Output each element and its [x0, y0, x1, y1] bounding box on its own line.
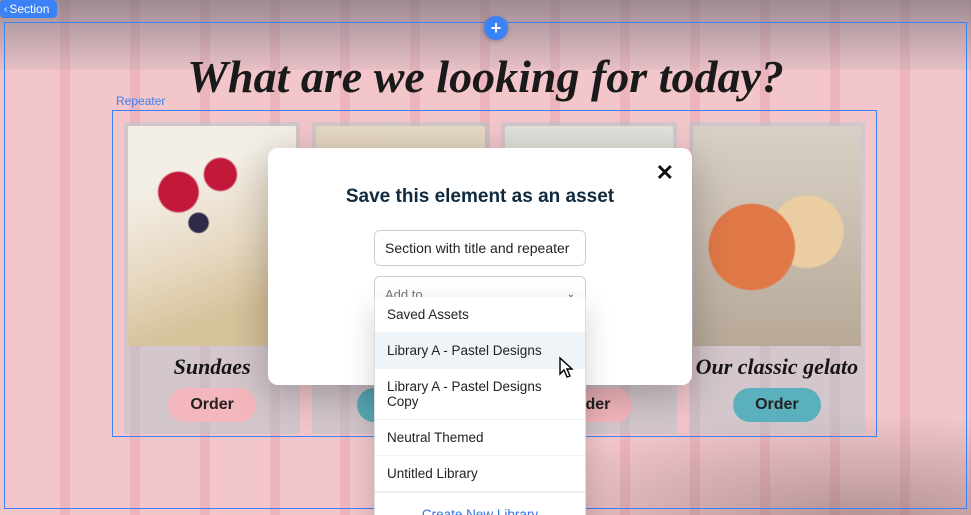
destination-dropdown: Saved Assets Library A - Pastel Designs … [374, 297, 586, 515]
dropdown-option[interactable]: Untitled Library [375, 456, 585, 492]
dropdown-option[interactable]: Neutral Themed [375, 420, 585, 456]
section-breadcrumb-tag[interactable]: ‹ Section [0, 0, 57, 18]
chevron-left-icon: ‹ [4, 4, 7, 15]
repeater-label: Repeater [116, 94, 165, 108]
modal-title: Save this element as an asset [346, 186, 614, 208]
dropdown-option[interactable]: Library A - Pastel Designs Copy [375, 369, 585, 420]
dropdown-option[interactable]: Library A - Pastel Designs [375, 333, 585, 369]
asset-name-input[interactable] [374, 230, 586, 266]
add-section-button[interactable]: + [484, 16, 508, 40]
create-new-library-link[interactable]: Create New Library [375, 492, 585, 515]
plus-icon: + [491, 18, 502, 39]
dropdown-option[interactable]: Saved Assets [375, 297, 585, 333]
section-tag-label: Section [9, 2, 49, 16]
close-icon[interactable]: ✕ [656, 162, 674, 184]
